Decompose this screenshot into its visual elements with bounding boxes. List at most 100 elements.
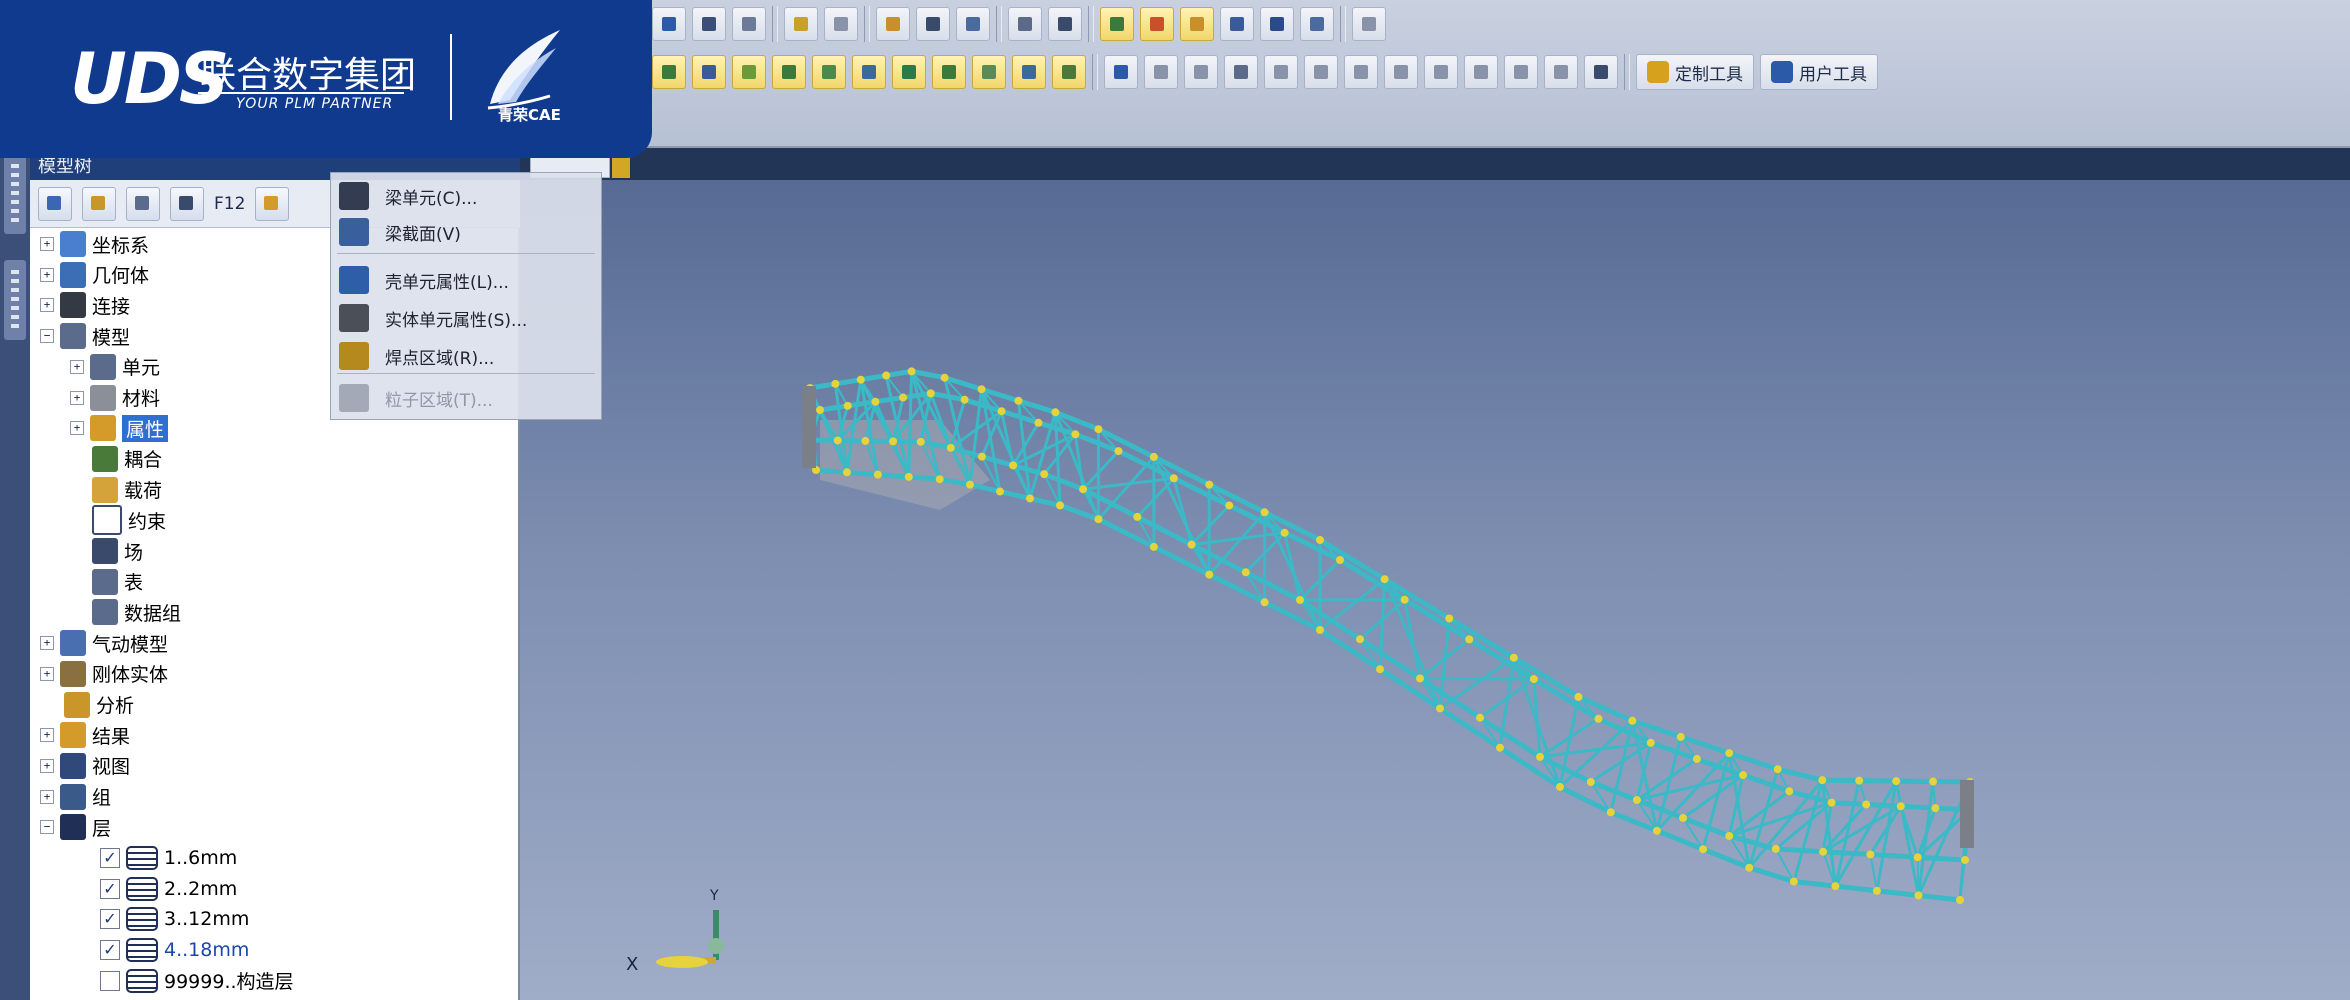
tree-node[interactable]: 载荷 [92, 476, 162, 504]
layer-item[interactable]: ✓ 1..6mm [100, 844, 237, 872]
layer-item[interactable]: ✓ 4..18mm [100, 936, 249, 964]
connect-tool-icon[interactable] [1052, 55, 1086, 89]
tree-expander-icon[interactable]: + [40, 758, 54, 773]
sphere-tool-icon[interactable] [1424, 55, 1458, 89]
frame-tool-icon[interactable] [956, 7, 990, 41]
sort-icon[interactable] [170, 186, 204, 221]
layer-checkbox[interactable]: ✓ [100, 848, 120, 868]
tree-node[interactable]: + 坐标系 [40, 230, 149, 258]
wrench-tool-icon[interactable] [1180, 7, 1214, 41]
tree-node[interactable]: 分析 [64, 691, 134, 719]
sheet-tool-icon[interactable] [1304, 55, 1338, 89]
zoom-tool-icon[interactable] [1352, 7, 1386, 41]
tree-node[interactable]: 约束 [92, 505, 166, 536]
pin-tool-icon[interactable] [1140, 7, 1174, 41]
panel-tool-icon[interactable] [1260, 7, 1294, 41]
tree-node[interactable]: + 气动模型 [40, 629, 168, 657]
tree-node[interactable]: + 属性 [70, 414, 169, 442]
filter-view-icon[interactable] [126, 186, 160, 221]
split-tool-icon[interactable] [1384, 55, 1418, 89]
tree-node[interactable]: − 层 [40, 813, 111, 841]
custom-tools-button[interactable]: 定制工具 [1636, 54, 1754, 90]
graphics-viewport[interactable] [520, 180, 2350, 1000]
gear-tool-icon[interactable] [876, 7, 910, 41]
joint-tool-icon[interactable] [852, 55, 886, 89]
mesh-tool-icon[interactable] [972, 55, 1006, 89]
dropdown-menu-item[interactable]: 焊点区域(R)... [339, 339, 494, 373]
align-tool-icon[interactable] [1104, 55, 1138, 89]
tree-expander-icon[interactable]: + [40, 728, 54, 743]
tree-node[interactable]: 数据组 [92, 598, 181, 626]
tree-node[interactable]: + 连接 [40, 291, 130, 319]
rail-tab-properties[interactable] [4, 260, 26, 340]
tree-node[interactable]: + 单元 [70, 353, 160, 381]
mass-tool-icon[interactable] [812, 55, 846, 89]
paint-brush-icon[interactable] [255, 186, 290, 221]
dropdown-menu-item[interactable]: 梁单元(C)... [339, 179, 477, 213]
tree-expander-icon[interactable]: + [40, 267, 54, 282]
element-tool-icon[interactable] [1012, 55, 1046, 89]
cube-tool-icon[interactable] [732, 7, 766, 41]
window-tool-icon[interactable] [784, 7, 818, 41]
copy-tool-icon[interactable] [1344, 55, 1378, 89]
screen-tool-icon[interactable] [1300, 7, 1334, 41]
tree-expander-icon[interactable]: + [70, 421, 84, 436]
tree-expander-icon[interactable]: + [40, 789, 54, 804]
tree-node[interactable]: + 刚体实体 [40, 660, 168, 688]
flag-tool-icon[interactable] [1584, 55, 1618, 89]
layer-tool-icon[interactable] [652, 7, 686, 41]
tree-node[interactable]: + 组 [40, 783, 111, 811]
layer-item[interactable]: ✓ 3..12mm [100, 905, 249, 933]
tree-node[interactable]: + 视图 [40, 752, 130, 780]
user-icon[interactable] [82, 186, 116, 221]
tree-node[interactable]: + 材料 [70, 384, 160, 412]
layer-checkbox[interactable]: ✓ [100, 878, 120, 899]
tree-node[interactable]: 表 [92, 568, 143, 596]
tree-expander-icon[interactable]: + [40, 237, 54, 251]
bolt-tool-icon[interactable] [932, 55, 966, 89]
layer-checkbox[interactable]: ✓ [100, 909, 120, 930]
tree-expander-icon[interactable]: + [40, 666, 54, 681]
tree-node[interactable]: 场 [92, 537, 143, 565]
tree-view-icon[interactable] [38, 186, 72, 221]
rigid-tool-icon[interactable] [772, 55, 806, 89]
layer-checkbox[interactable]: ✓ [100, 940, 120, 961]
list-tool-icon[interactable] [692, 7, 726, 41]
tree-expander-icon[interactable]: − [40, 820, 54, 835]
stamp-tool-icon[interactable] [916, 7, 950, 41]
rail-tab-model-tree[interactable] [4, 154, 26, 234]
weld-tool-icon[interactable] [732, 55, 766, 89]
node-tool-icon[interactable] [1100, 7, 1134, 41]
tree-node[interactable]: 耦合 [92, 445, 162, 473]
ruler-tool-icon[interactable] [1184, 55, 1218, 89]
truss-model[interactable] [520, 180, 2350, 1000]
tree-expander-icon[interactable]: + [70, 359, 84, 374]
tree-node[interactable]: + 结果 [40, 721, 130, 749]
tree-expander-icon[interactable]: − [40, 329, 54, 344]
beam-tool-icon[interactable] [652, 55, 686, 89]
tree-expander-icon[interactable]: + [70, 390, 84, 405]
grid-tool-icon[interactable] [824, 7, 858, 41]
house-tool-icon[interactable] [1544, 55, 1578, 89]
tree-expander-icon[interactable]: + [40, 298, 54, 313]
dropdown-menu-item[interactable]: 实体单元属性(S)... [339, 301, 527, 335]
measure-tool-icon[interactable] [1144, 55, 1178, 89]
table-tool-icon[interactable] [1264, 55, 1298, 89]
box-tool-icon[interactable] [1224, 55, 1258, 89]
tree-node[interactable]: − 模型 [40, 322, 130, 350]
spring-tool-icon[interactable] [692, 55, 726, 89]
tank-tool-icon[interactable] [1220, 7, 1254, 41]
dropdown-menu-item[interactable]: 壳单元属性(L)... [339, 263, 509, 297]
dropdown-menu-item[interactable]: 梁截面(V) [339, 215, 461, 249]
dropdown-menu-item[interactable]: 粒子区域(T)... [339, 381, 493, 415]
user-tools-button[interactable]: 用户工具 [1760, 54, 1878, 90]
link-tool-icon[interactable] [1464, 55, 1498, 89]
layer-checkbox[interactable] [100, 970, 120, 991]
tree-node[interactable]: + 几何体 [40, 261, 149, 289]
print-tool-icon[interactable] [1048, 7, 1082, 41]
circle-tool-icon[interactable] [1008, 7, 1042, 41]
layer-item[interactable]: ✓ 2..2mm [100, 875, 237, 903]
cross-tool-icon[interactable] [892, 55, 926, 89]
layer-item[interactable]: 99999..构造层 [100, 967, 294, 995]
tree-expander-icon[interactable]: + [40, 636, 54, 651]
